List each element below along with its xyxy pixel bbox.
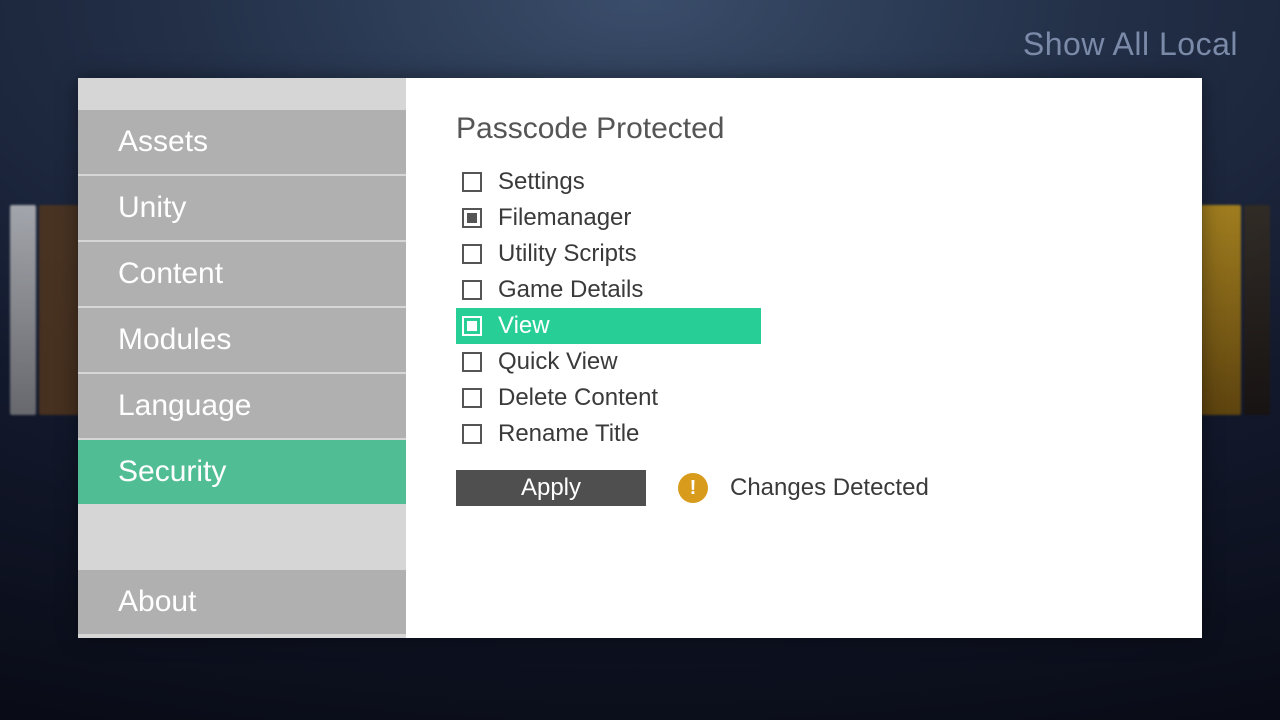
- checkbox-icon: [462, 352, 482, 372]
- option-label: Delete Content: [498, 384, 658, 412]
- category-label: Show All Local: [1023, 26, 1238, 63]
- sidebar-spacer: [78, 636, 406, 638]
- option-quick-view[interactable]: Quick View: [456, 344, 761, 380]
- checkbox-icon: [462, 424, 482, 444]
- checkbox-icon: [462, 316, 482, 336]
- option-label: Rename Title: [498, 420, 639, 448]
- option-rename-title[interactable]: Rename Title: [456, 416, 761, 452]
- option-settings[interactable]: Settings: [456, 164, 761, 200]
- apply-row: Apply ! Changes Detected: [456, 470, 1152, 506]
- checkbox-icon: [462, 244, 482, 264]
- option-label: Filemanager: [498, 204, 631, 232]
- bg-card: [10, 205, 36, 415]
- sidebar-item-security[interactable]: Security: [78, 440, 406, 504]
- sidebar-spacer: [78, 506, 406, 570]
- status-text: Changes Detected: [730, 474, 929, 502]
- checkbox-icon: [462, 280, 482, 300]
- settings-content: Passcode Protected Settings Filemanager …: [406, 78, 1202, 638]
- option-label: Quick View: [498, 348, 618, 376]
- bg-card: [39, 205, 79, 415]
- section-title: Passcode Protected: [456, 112, 1152, 146]
- sidebar-item-label: Unity: [118, 191, 186, 225]
- option-label: Utility Scripts: [498, 240, 637, 268]
- option-label: Game Details: [498, 276, 643, 304]
- sidebar-item-modules[interactable]: Modules: [78, 308, 406, 372]
- settings-window: Assets Unity Content Modules Language Se…: [78, 78, 1202, 638]
- bg-card: [1244, 205, 1270, 415]
- sidebar-item-label: Content: [118, 257, 223, 291]
- sidebar-item-content[interactable]: Content: [78, 242, 406, 306]
- sidebar-item-about[interactable]: About: [78, 570, 406, 634]
- sidebar-item-label: Language: [118, 389, 251, 423]
- sidebar-item-unity[interactable]: Unity: [78, 176, 406, 240]
- warning-icon: !: [678, 473, 708, 503]
- sidebar-item-label: Modules: [118, 323, 231, 357]
- sidebar-item-label: Security: [118, 455, 226, 489]
- option-game-details[interactable]: Game Details: [456, 272, 761, 308]
- option-filemanager[interactable]: Filemanager: [456, 200, 761, 236]
- bg-card: [1201, 205, 1241, 415]
- option-utility-scripts[interactable]: Utility Scripts: [456, 236, 761, 272]
- checkbox-icon: [462, 388, 482, 408]
- sidebar-spacer: [78, 78, 406, 110]
- status-message: ! Changes Detected: [678, 473, 929, 503]
- sidebar-item-label: About: [118, 585, 196, 619]
- sidebar-item-language[interactable]: Language: [78, 374, 406, 438]
- option-label: View: [498, 312, 550, 340]
- option-delete-content[interactable]: Delete Content: [456, 380, 761, 416]
- passcode-options-list: Settings Filemanager Utility Scripts Gam…: [456, 164, 761, 452]
- sidebar-item-label: Assets: [118, 125, 208, 159]
- apply-button[interactable]: Apply: [456, 470, 646, 506]
- settings-sidebar: Assets Unity Content Modules Language Se…: [78, 78, 406, 638]
- checkbox-icon: [462, 208, 482, 228]
- option-view[interactable]: View: [456, 308, 761, 344]
- option-label: Settings: [498, 168, 585, 196]
- sidebar-item-assets[interactable]: Assets: [78, 110, 406, 174]
- checkbox-icon: [462, 172, 482, 192]
